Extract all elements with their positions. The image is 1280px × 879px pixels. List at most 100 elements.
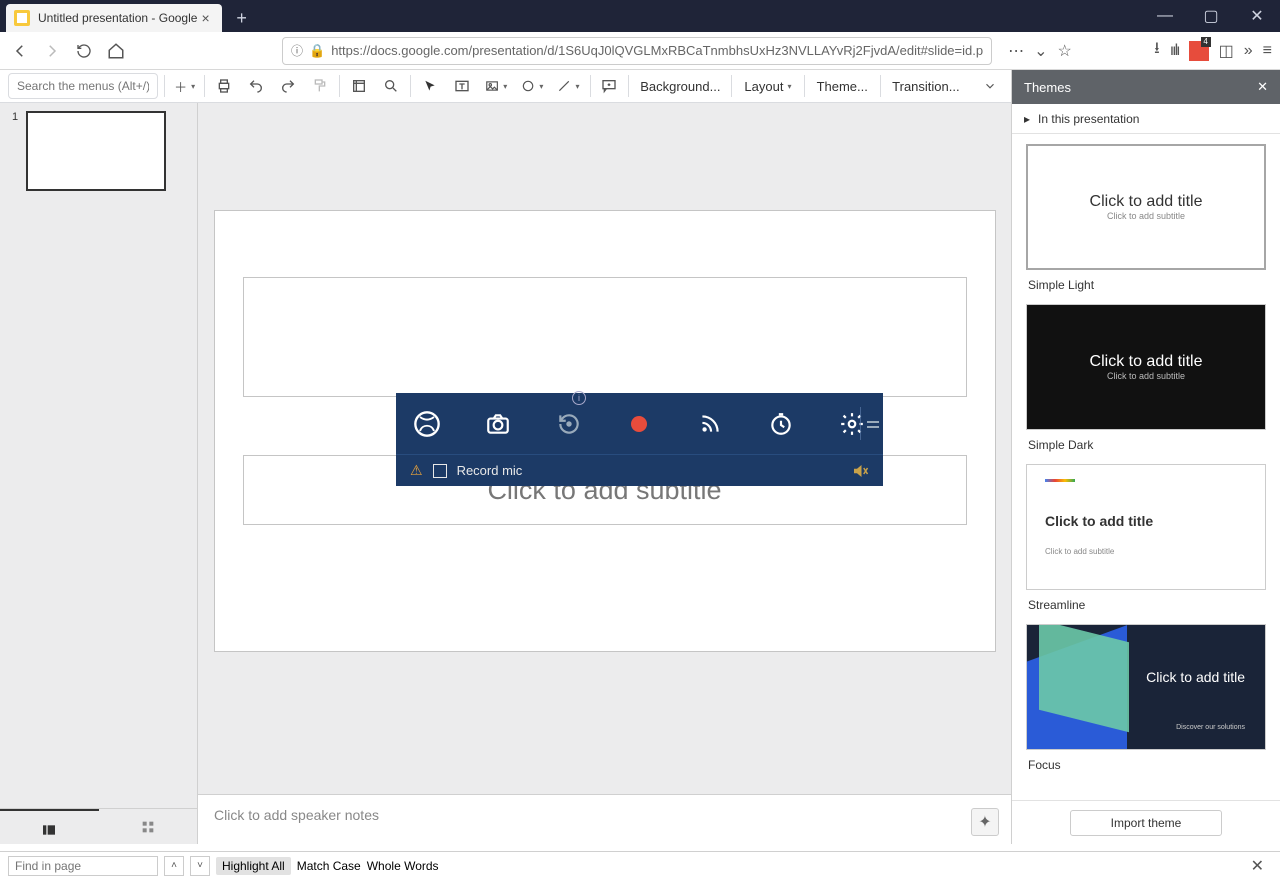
theme-name-focus: Focus [1026, 756, 1266, 778]
view-mode-switch [0, 808, 197, 844]
slide-number: 1 [12, 111, 18, 191]
broadcast-icon[interactable] [693, 407, 727, 441]
theme-name-simple-dark: Simple Dark [1026, 436, 1266, 458]
tab-title: Untitled presentation - Google [38, 11, 197, 25]
themes-subheader[interactable]: ▸ In this presentation [1012, 104, 1280, 134]
insert-comment-button[interactable] [596, 73, 622, 99]
url-actions: ⋯ ⌄ ☆ [1008, 41, 1072, 61]
filmstrip-view-button[interactable] [0, 809, 99, 844]
record-last-icon[interactable] [552, 407, 586, 441]
adblock-badge-icon[interactable] [1189, 41, 1209, 61]
page-actions-icon[interactable]: ⋯ [1008, 41, 1024, 61]
speaker-notes[interactable]: Click to add speaker notes ✦ [198, 794, 1011, 844]
warning-icon[interactable]: ⚠ [410, 462, 423, 479]
screenshot-icon[interactable] [481, 407, 515, 441]
tab-close-icon[interactable]: × [197, 10, 213, 26]
themes-panel: Themes ✕ ▸ In this presentation Click to… [1011, 70, 1280, 844]
paint-format-button[interactable] [307, 73, 333, 99]
find-input[interactable] [8, 856, 158, 876]
settings-gear-icon[interactable] [835, 407, 869, 441]
theme-simple-dark[interactable]: Click to add title Click to add subtitle [1026, 304, 1266, 430]
maximize-button[interactable]: ▢ [1188, 0, 1234, 32]
browser-navbar: ⓘ 🔒 https://docs.google.com/presentation… [0, 32, 1280, 70]
forward-button[interactable] [40, 39, 64, 63]
record-mic-label: Record mic [457, 463, 523, 478]
theme-focus[interactable]: Click to add title Discover our solution… [1026, 624, 1266, 750]
background-button[interactable]: Background... [635, 73, 725, 99]
bookmark-star-icon[interactable]: ☆ [1058, 41, 1072, 61]
insert-shape-button[interactable] [517, 73, 547, 99]
new-slide-button[interactable]: ＋ [171, 73, 198, 99]
xbox-icon[interactable] [410, 407, 444, 441]
find-bar: ˄ ˅ Highlight All Match Case Whole Words… [0, 851, 1280, 879]
speaker-notes-placeholder: Click to add speaker notes [214, 807, 379, 823]
menu-search-input[interactable] [8, 73, 158, 99]
browser-titlebar: Untitled presentation - Google × + — ▢ ✕ [0, 0, 1280, 32]
zoom-button[interactable] [378, 73, 404, 99]
import-theme-row: Import theme [1012, 800, 1280, 844]
layout-button[interactable]: Layout [738, 73, 797, 99]
toolbar-right: ⭳ ıılı ◫ » ≡ [1154, 37, 1272, 64]
downloads-icon[interactable]: ⭳ [1154, 37, 1160, 64]
select-tool-button[interactable] [417, 73, 443, 99]
undo-button[interactable] [243, 73, 269, 99]
site-info-icon[interactable]: ⓘ [291, 42, 303, 59]
slides-toolbar: ＋ [0, 70, 1011, 103]
themes-list: Click to add title Click to add subtitle… [1012, 134, 1280, 800]
filmstrip-panel: 1 [0, 103, 198, 844]
toolbar-overflow-icon[interactable] [977, 73, 1003, 99]
explore-button[interactable]: ✦ [971, 808, 999, 836]
hamburger-menu-icon[interactable]: ≡ [1263, 42, 1272, 60]
textbox-button[interactable] [449, 73, 475, 99]
theme-name-streamline: Streamline [1026, 596, 1266, 618]
themes-close-icon[interactable]: ✕ [1257, 79, 1268, 95]
theme-name-simple-light: Simple Light [1026, 276, 1266, 298]
library-icon[interactable]: ıılı [1170, 42, 1179, 60]
slide-thumbnail[interactable]: 1 [12, 111, 185, 191]
window-controls: — ▢ ✕ [1142, 0, 1280, 32]
back-button[interactable] [8, 39, 32, 63]
overflow-icon[interactable]: » [1244, 42, 1253, 60]
themes-subheader-text: In this presentation [1038, 112, 1139, 126]
find-next-button[interactable]: ˅ [190, 856, 210, 876]
print-button[interactable] [211, 73, 237, 99]
redo-button[interactable] [275, 73, 301, 99]
sidebar-icon[interactable]: ◫ [1219, 41, 1234, 61]
themes-title: Themes [1024, 80, 1071, 95]
timer-icon[interactable] [764, 407, 798, 441]
highlight-all-toggle[interactable]: Highlight All [216, 857, 291, 875]
slide-thumbnail-preview [26, 111, 166, 191]
find-close-button[interactable]: ✕ [1243, 856, 1272, 876]
home-button[interactable] [104, 39, 128, 63]
import-theme-button[interactable]: Import theme [1070, 810, 1223, 836]
minimize-button[interactable]: — [1142, 0, 1188, 32]
new-tab-button[interactable]: + [228, 4, 256, 32]
transition-button[interactable]: Transition... [887, 73, 965, 99]
match-case-toggle[interactable]: Match Case [297, 859, 361, 873]
grid-view-button[interactable] [99, 809, 198, 844]
gamebar-info-icon[interactable]: i [572, 391, 586, 405]
whole-words-toggle[interactable]: Whole Words [367, 859, 439, 873]
zoom-fit-button[interactable] [346, 73, 372, 99]
collapse-icon: ▸ [1024, 112, 1030, 126]
browser-tab[interactable]: Untitled presentation - Google × [6, 4, 222, 32]
close-window-button[interactable]: ✕ [1234, 0, 1280, 32]
theme-simple-light[interactable]: Click to add title Click to add subtitle [1026, 144, 1266, 270]
xbox-game-bar[interactable]: i ⚠ Record mic [396, 393, 883, 486]
mute-icon[interactable] [851, 462, 869, 480]
lock-icon: 🔒 [309, 43, 325, 59]
themes-header: Themes ✕ [1012, 70, 1280, 104]
title-placeholder[interactable] [243, 277, 967, 397]
find-prev-button[interactable]: ˄ [164, 856, 184, 876]
pocket-icon[interactable]: ⌄ [1034, 41, 1047, 61]
streamline-accent-icon [1045, 479, 1075, 482]
record-button[interactable] [622, 407, 656, 441]
reload-button[interactable] [72, 39, 96, 63]
theme-streamline[interactable]: Click to add title Click to add subtitle [1026, 464, 1266, 590]
url-bar[interactable]: ⓘ 🔒 https://docs.google.com/presentation… [282, 37, 992, 65]
insert-image-button[interactable] [481, 73, 511, 99]
theme-button[interactable]: Theme... [811, 73, 874, 99]
insert-line-button[interactable] [553, 73, 583, 99]
drag-handle-icon[interactable] [867, 421, 879, 428]
record-mic-checkbox[interactable] [433, 464, 447, 478]
